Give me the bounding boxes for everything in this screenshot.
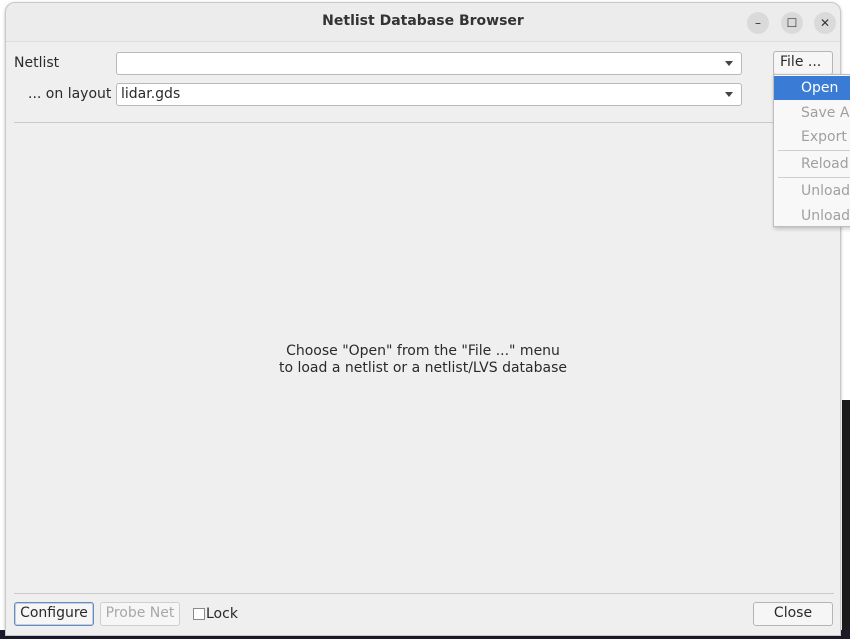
netlist-browser-dialog: Netlist Database Browser – ☐ ✕ Netlist .… <box>5 2 841 636</box>
minimize-icon: – <box>755 16 761 30</box>
background-panel <box>842 400 850 630</box>
window-title: Netlist Database Browser <box>322 13 524 29</box>
close-window-button[interactable]: ✕ <box>814 12 836 34</box>
menu-item-reload[interactable]: Reload <box>774 152 850 176</box>
footer-divider <box>14 593 834 594</box>
menu-separator <box>778 177 850 178</box>
chevron-down-icon <box>725 61 733 66</box>
lock-label: Lock <box>206 606 238 622</box>
layout-combobox[interactable]: lidar.gds <box>116 83 742 106</box>
lock-checkbox[interactable] <box>193 608 205 620</box>
close-icon: ✕ <box>819 16 831 30</box>
netlist-label: Netlist <box>14 55 60 71</box>
maximize-icon: ☐ <box>786 16 798 30</box>
message-line-1: Choose "Open" from the "File ..." menu <box>286 343 560 359</box>
file-button-label: File ... <box>780 54 822 70</box>
netlist-combobox[interactable] <box>116 52 742 75</box>
message-line-2: to load a netlist or a netlist/LVS datab… <box>278 360 568 376</box>
minimize-button[interactable]: – <box>747 12 769 34</box>
maximize-button[interactable]: ☐ <box>781 12 803 34</box>
file-menu-button[interactable]: File ... <box>773 51 833 75</box>
title-bar[interactable]: Netlist Database Browser – ☐ ✕ <box>6 3 840 42</box>
menu-item-save-as[interactable]: Save As <box>774 101 850 125</box>
configure-button[interactable]: Configure <box>14 602 94 626</box>
layout-label: ... on layout <box>28 86 112 102</box>
chevron-down-icon <box>725 92 733 97</box>
divider <box>14 122 834 123</box>
layout-value: lidar.gds <box>121 86 181 102</box>
close-button[interactable]: Close <box>753 602 833 626</box>
empty-state-message: Choose "Open" from the "File ..." menu t… <box>6 343 840 377</box>
probe-net-button[interactable]: Probe Net <box>100 602 180 626</box>
menu-item-unload[interactable]: Unload <box>774 179 850 203</box>
file-dropdown-menu: Open Save As Export Reload Unload Unload <box>773 74 850 227</box>
menu-item-export[interactable]: Export <box>774 125 850 149</box>
menu-separator <box>778 150 850 151</box>
menu-item-unload-all[interactable]: Unload <box>774 204 850 226</box>
menu-item-open[interactable]: Open <box>774 76 850 100</box>
